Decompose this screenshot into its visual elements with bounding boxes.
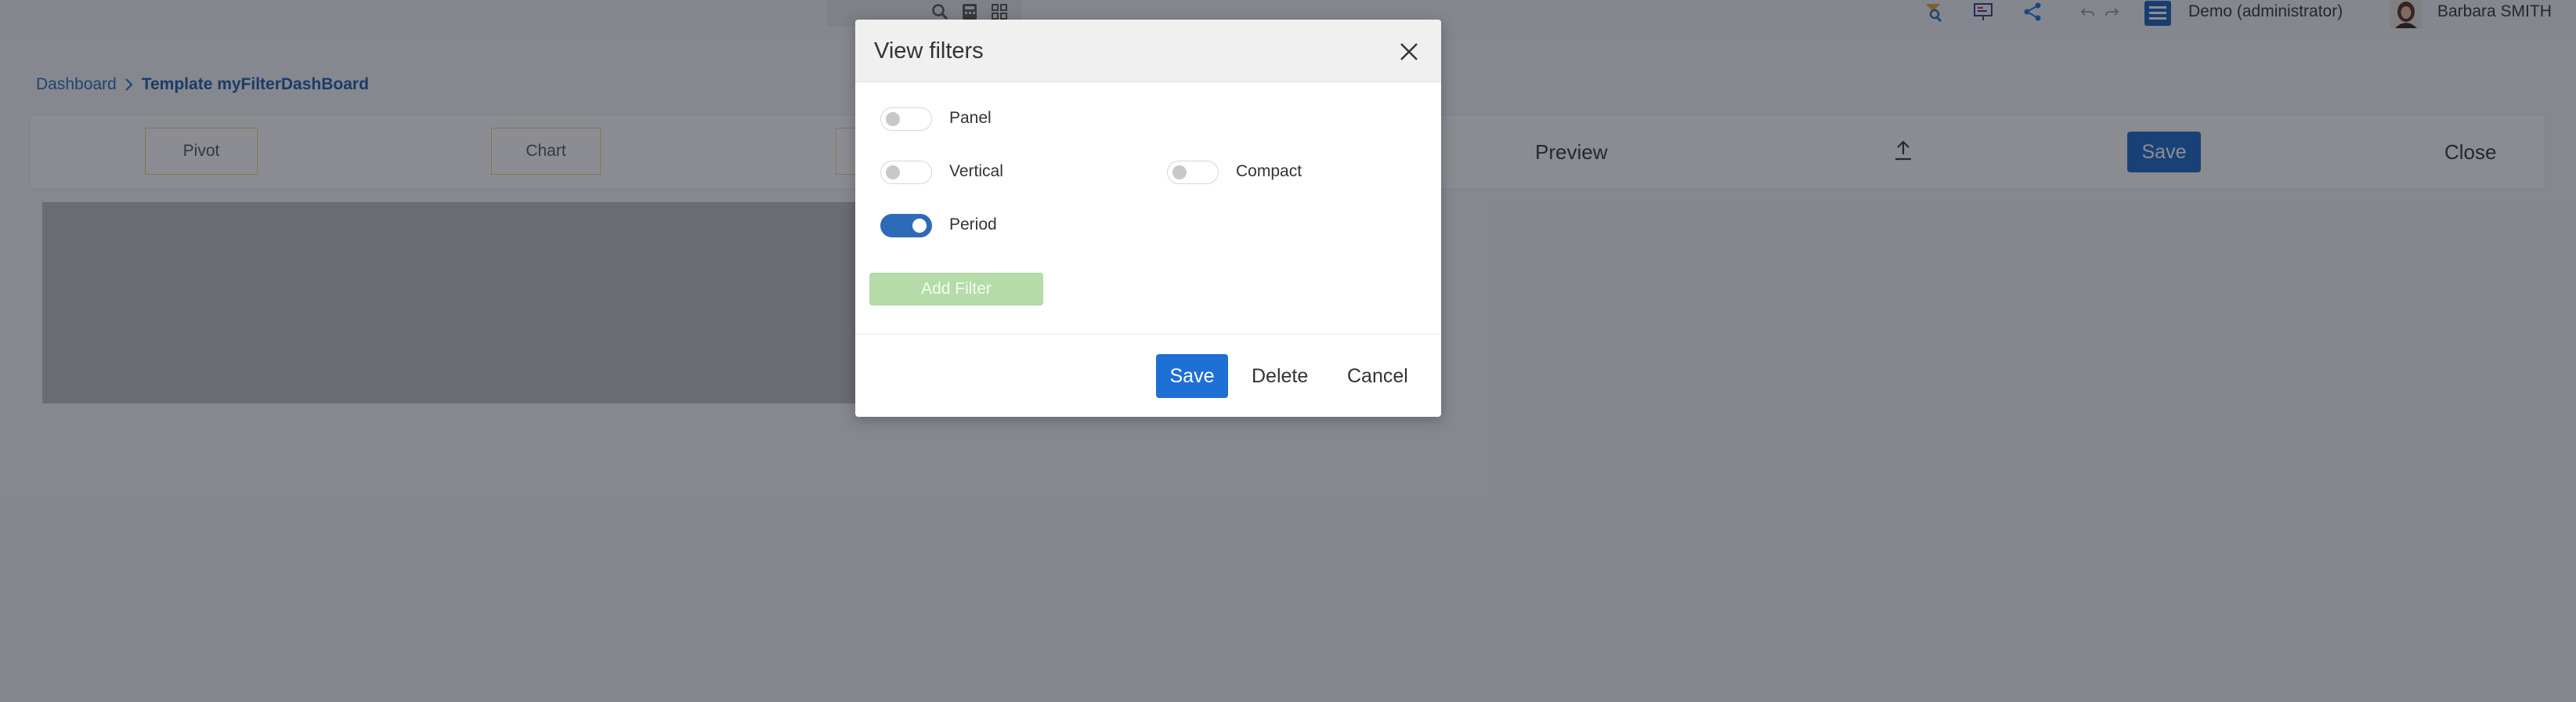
- compact-toggle[interactable]: [1167, 161, 1219, 184]
- toggle-knob: [912, 219, 927, 233]
- toggle-knob: [886, 112, 900, 126]
- panel-toggle[interactable]: [880, 107, 932, 131]
- vertical-toggle-label: Vertical: [949, 162, 1003, 180]
- dialog-cancel-button[interactable]: Cancel: [1347, 363, 1408, 389]
- dialog-divider: [855, 334, 1441, 335]
- toggle-knob: [886, 165, 900, 179]
- compact-toggle-label: Compact: [1236, 162, 1302, 180]
- view-filters-dialog: View filters Panel Vertical Compact Peri…: [855, 20, 1441, 417]
- add-filter-button[interactable]: Add Filter: [869, 273, 1043, 306]
- period-toggle[interactable]: [880, 214, 932, 237]
- panel-toggle-label: Panel: [949, 109, 992, 127]
- dialog-header: View filters: [855, 20, 1441, 82]
- vertical-toggle[interactable]: [880, 161, 932, 184]
- close-icon[interactable]: [1396, 38, 1422, 65]
- toggle-knob: [1172, 165, 1187, 179]
- dialog-delete-button[interactable]: Delete: [1252, 363, 1308, 389]
- dialog-save-button[interactable]: Save: [1156, 354, 1228, 398]
- dialog-title: View filters: [874, 38, 984, 63]
- period-toggle-label: Period: [949, 215, 997, 233]
